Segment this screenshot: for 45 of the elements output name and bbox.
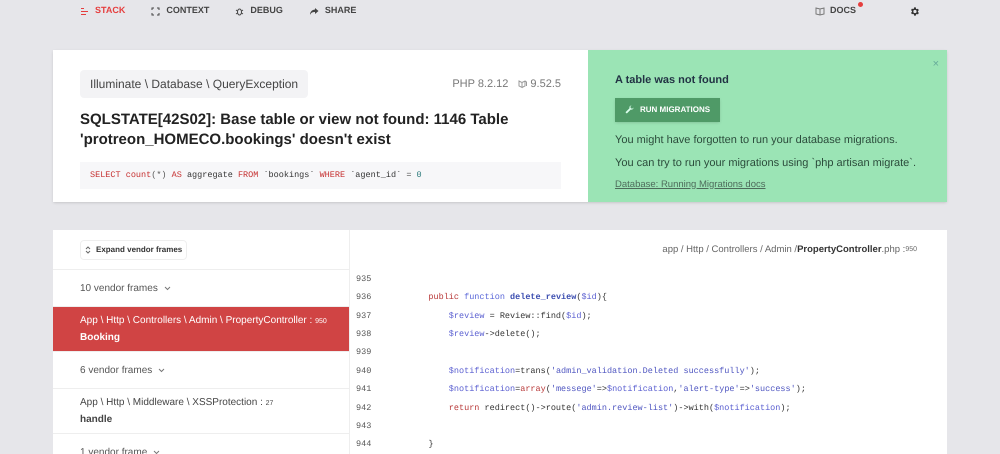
book-icon [814, 6, 825, 16]
code-line: return redirect()->route('admin.review-list')->with($notification); [448, 402, 791, 414]
vendor-frames-toggle[interactable]: 10 vendor frames [80, 280, 171, 296]
settings-icon[interactable] [909, 6, 920, 16]
exception-class: Illuminate \ Database \ QueryException [80, 70, 308, 98]
line-number: 942 [355, 402, 372, 414]
expand-icon [151, 6, 160, 16]
wrench-icon [625, 105, 634, 114]
share-icon [308, 6, 319, 16]
nav-tab[interactable]: CONTEXT [151, 4, 210, 18]
nav-tab[interactable]: DEBUG [235, 4, 283, 18]
chevron-down-icon [153, 450, 160, 454]
docs-link[interactable]: DOCS [814, 2, 863, 20]
solution-text: You might have forgotten to run your database migrations. [615, 132, 899, 148]
chevron-down-icon [158, 368, 166, 372]
expand-vendor-button[interactable]: Expand vendor frames [80, 240, 188, 260]
line-number: 935 [355, 272, 372, 286]
code-line: } [427, 438, 434, 452]
list-icon [80, 6, 89, 16]
line-number: 936 [355, 291, 372, 304]
vendor-frames-toggle[interactable]: 6 vendor frames [80, 362, 166, 378]
php-version: PHP 8.2.12 [452, 76, 508, 92]
solution-title: A table was not found [615, 73, 730, 88]
line-number: 940 [355, 364, 372, 378]
exception-message: SQLSTATE[42S02]: Base table or view not found: 1146 Table 'protreon_HOMECO.bookings' doesn't exist [80, 110, 510, 150]
line-number: 941 [355, 383, 372, 396]
line-number: 937 [355, 310, 372, 322]
line-number: 938 [355, 328, 372, 341]
chevrons-icon [85, 246, 91, 254]
laravel-icon [518, 80, 528, 88]
sql-query: SELECT count(*) AS aggregate FROM `bookings` WHERE `agent_id` = 0 [80, 162, 561, 189]
line-number: 944 [355, 438, 372, 452]
code-line: $notification=trans('admin_validation.Deleted successfully'); [448, 364, 760, 378]
nav-tab[interactable]: SHARE [308, 4, 356, 18]
line-number: 939 [355, 346, 372, 360]
code-line: $review->delete(); [448, 328, 541, 341]
docs-link[interactable]: Database: Running Migrations docs [615, 178, 920, 192]
code-line: $notification=array('messege'=>$notification,'alert-type'=>'success'); [448, 383, 806, 396]
laravel-version: 9.52.5 [530, 76, 561, 92]
chevron-down-icon [164, 286, 171, 290]
code-line: public function delete_review($id){ [427, 291, 607, 304]
bug-icon [235, 6, 244, 16]
solution-text: You can try to run your migrations using `php artisan migrate`. [615, 156, 918, 171]
code-line: $review = Review::find($id); [448, 310, 592, 322]
line-number: 943 [355, 420, 372, 433]
